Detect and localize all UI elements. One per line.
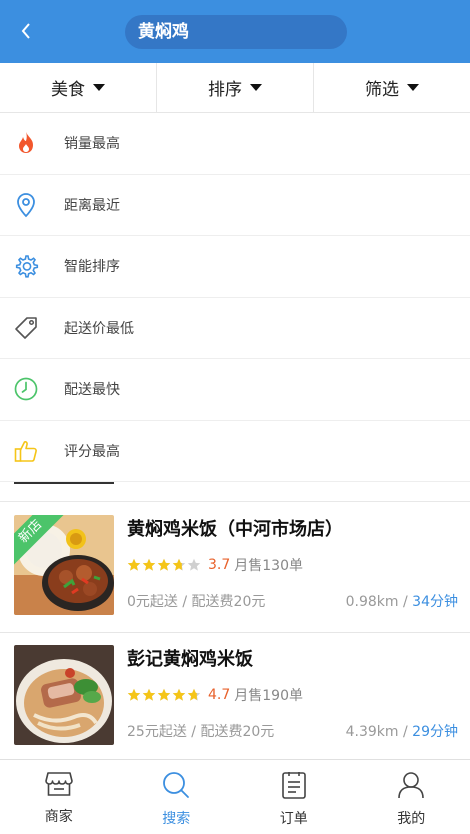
list-divider <box>0 482 470 502</box>
filter-tab-label: 排序 <box>208 80 242 100</box>
star-icon <box>142 558 156 571</box>
star-icon <box>157 558 171 571</box>
filter-tab-category[interactable]: 美食 <box>0 63 157 112</box>
monthly-sales: 月售190单 <box>234 688 303 704</box>
caret-down-icon <box>93 84 105 91</box>
sort-option-label: 智能排序 <box>64 259 120 276</box>
bottom-tab-bar: 商家 搜索 订单 我的 <box>0 759 470 834</box>
filter-tab-filter[interactable]: 筛选 <box>314 63 470 112</box>
star-icon <box>157 688 171 701</box>
star-icon <box>127 558 141 571</box>
sort-option-rating[interactable]: 评分最高 <box>0 421 470 482</box>
star-icon <box>127 688 141 701</box>
sort-option-label: 距离最近 <box>64 197 120 214</box>
order-list-icon <box>281 772 306 799</box>
tab-search[interactable]: 搜索 <box>118 760 236 834</box>
tab-label: 搜索 <box>162 811 191 827</box>
star-icon <box>172 688 186 701</box>
back-button[interactable] <box>14 18 38 44</box>
page: 黄焖鸡 美食 排序 筛选 销量最高 距离最近 智能排序 起送价最低 配送最快 评… <box>0 0 470 834</box>
star-icon <box>187 688 201 701</box>
sort-option-min-price[interactable]: 起送价最低 <box>0 298 470 359</box>
sort-option-label: 配送最快 <box>64 382 120 399</box>
distance: 4.39km <box>345 724 399 740</box>
monthly-sales: 月售130单 <box>234 558 303 574</box>
store-icon <box>44 772 73 796</box>
tab-profile[interactable]: 我的 <box>353 760 470 834</box>
distance-time: 4.39km / 29分钟 <box>346 721 458 741</box>
sort-option-sales[interactable]: 销量最高 <box>0 113 470 175</box>
rating-score: 3.7 <box>208 557 231 573</box>
delivery-info: 0元起送 / 配送费20元 <box>127 591 265 611</box>
fire-icon <box>12 129 40 157</box>
price-tag-icon <box>12 314 40 342</box>
star-icon <box>187 558 201 571</box>
search-input[interactable]: 黄焖鸡 <box>125 15 347 49</box>
sort-option-label: 销量最高 <box>64 136 120 153</box>
delivery-time: 34分钟 <box>412 594 458 610</box>
caret-down-icon <box>407 84 419 91</box>
distance: 0.98km <box>345 594 399 610</box>
sort-option-fastest[interactable]: 配送最快 <box>0 359 470 421</box>
shop-name: 黄焖鸡米饭（中河市场店） <box>127 519 343 540</box>
rating-stars <box>127 558 202 572</box>
shop-card[interactable]: 新店 黄焖鸡米饭（中河市场店） 3.7 月售130单 0元起送 / 配送费20元… <box>0 503 470 633</box>
clock-icon <box>12 375 40 403</box>
sort-option-smart[interactable]: 智能排序 <box>0 236 470 298</box>
shop-name: 彭记黄焖鸡米饭 <box>127 649 253 670</box>
chevron-left-icon <box>21 23 30 39</box>
filter-tab-label: 筛选 <box>365 80 399 100</box>
rating-score: 4.7 <box>208 687 231 703</box>
star-icon <box>172 558 186 571</box>
thumbs-up-icon <box>12 437 40 465</box>
shop-rating: 3.7 月售130单 <box>127 555 303 575</box>
filter-bar: 美食 排序 筛选 <box>0 63 470 113</box>
separator: / <box>177 594 192 610</box>
sort-option-distance[interactable]: 距离最近 <box>0 175 470 236</box>
search-icon <box>163 772 190 798</box>
user-icon <box>398 772 425 799</box>
sort-option-label: 起送价最低 <box>64 320 134 337</box>
filter-tab-label: 美食 <box>51 80 85 100</box>
sort-option-label: 评分最高 <box>64 443 120 460</box>
shop-card[interactable]: 彭记黄焖鸡米饭 4.7 月售190单 25元起送 / 配送费20元 4.39km… <box>0 633 470 763</box>
tab-label: 订单 <box>279 811 308 827</box>
rating-stars <box>127 688 202 702</box>
star-icon <box>142 688 156 701</box>
tab-store[interactable]: 商家 <box>0 760 118 834</box>
separator: / <box>186 724 201 740</box>
shop-rating: 4.7 月售190单 <box>127 685 303 705</box>
location-pin-icon <box>12 191 40 219</box>
filter-tab-sort[interactable]: 排序 <box>157 63 314 112</box>
min-order: 0元起送 <box>127 594 178 610</box>
caret-down-icon <box>250 84 262 91</box>
min-order: 25元起送 <box>127 724 187 740</box>
distance-time: 0.98km / 34分钟 <box>346 591 458 611</box>
sort-dropdown: 销量最高 距离最近 智能排序 起送价最低 配送最快 评分最高 <box>0 113 470 482</box>
delivery-fee: 配送费20元 <box>200 724 275 740</box>
delivery-info: 25元起送 / 配送费20元 <box>127 721 274 741</box>
divider-underline <box>14 482 114 484</box>
separator: / <box>398 724 413 740</box>
separator: / <box>398 594 413 610</box>
gear-icon <box>12 252 40 280</box>
tab-label: 商家 <box>44 809 73 825</box>
delivery-time: 29分钟 <box>412 724 458 740</box>
tab-orders[interactable]: 订单 <box>235 760 353 834</box>
shop-thumbnail <box>14 645 114 745</box>
tab-label: 我的 <box>397 811 426 827</box>
shop-thumbnail: 新店 <box>14 515 114 615</box>
header-bar: 黄焖鸡 <box>0 0 470 63</box>
delivery-fee: 配送费20元 <box>191 594 266 610</box>
